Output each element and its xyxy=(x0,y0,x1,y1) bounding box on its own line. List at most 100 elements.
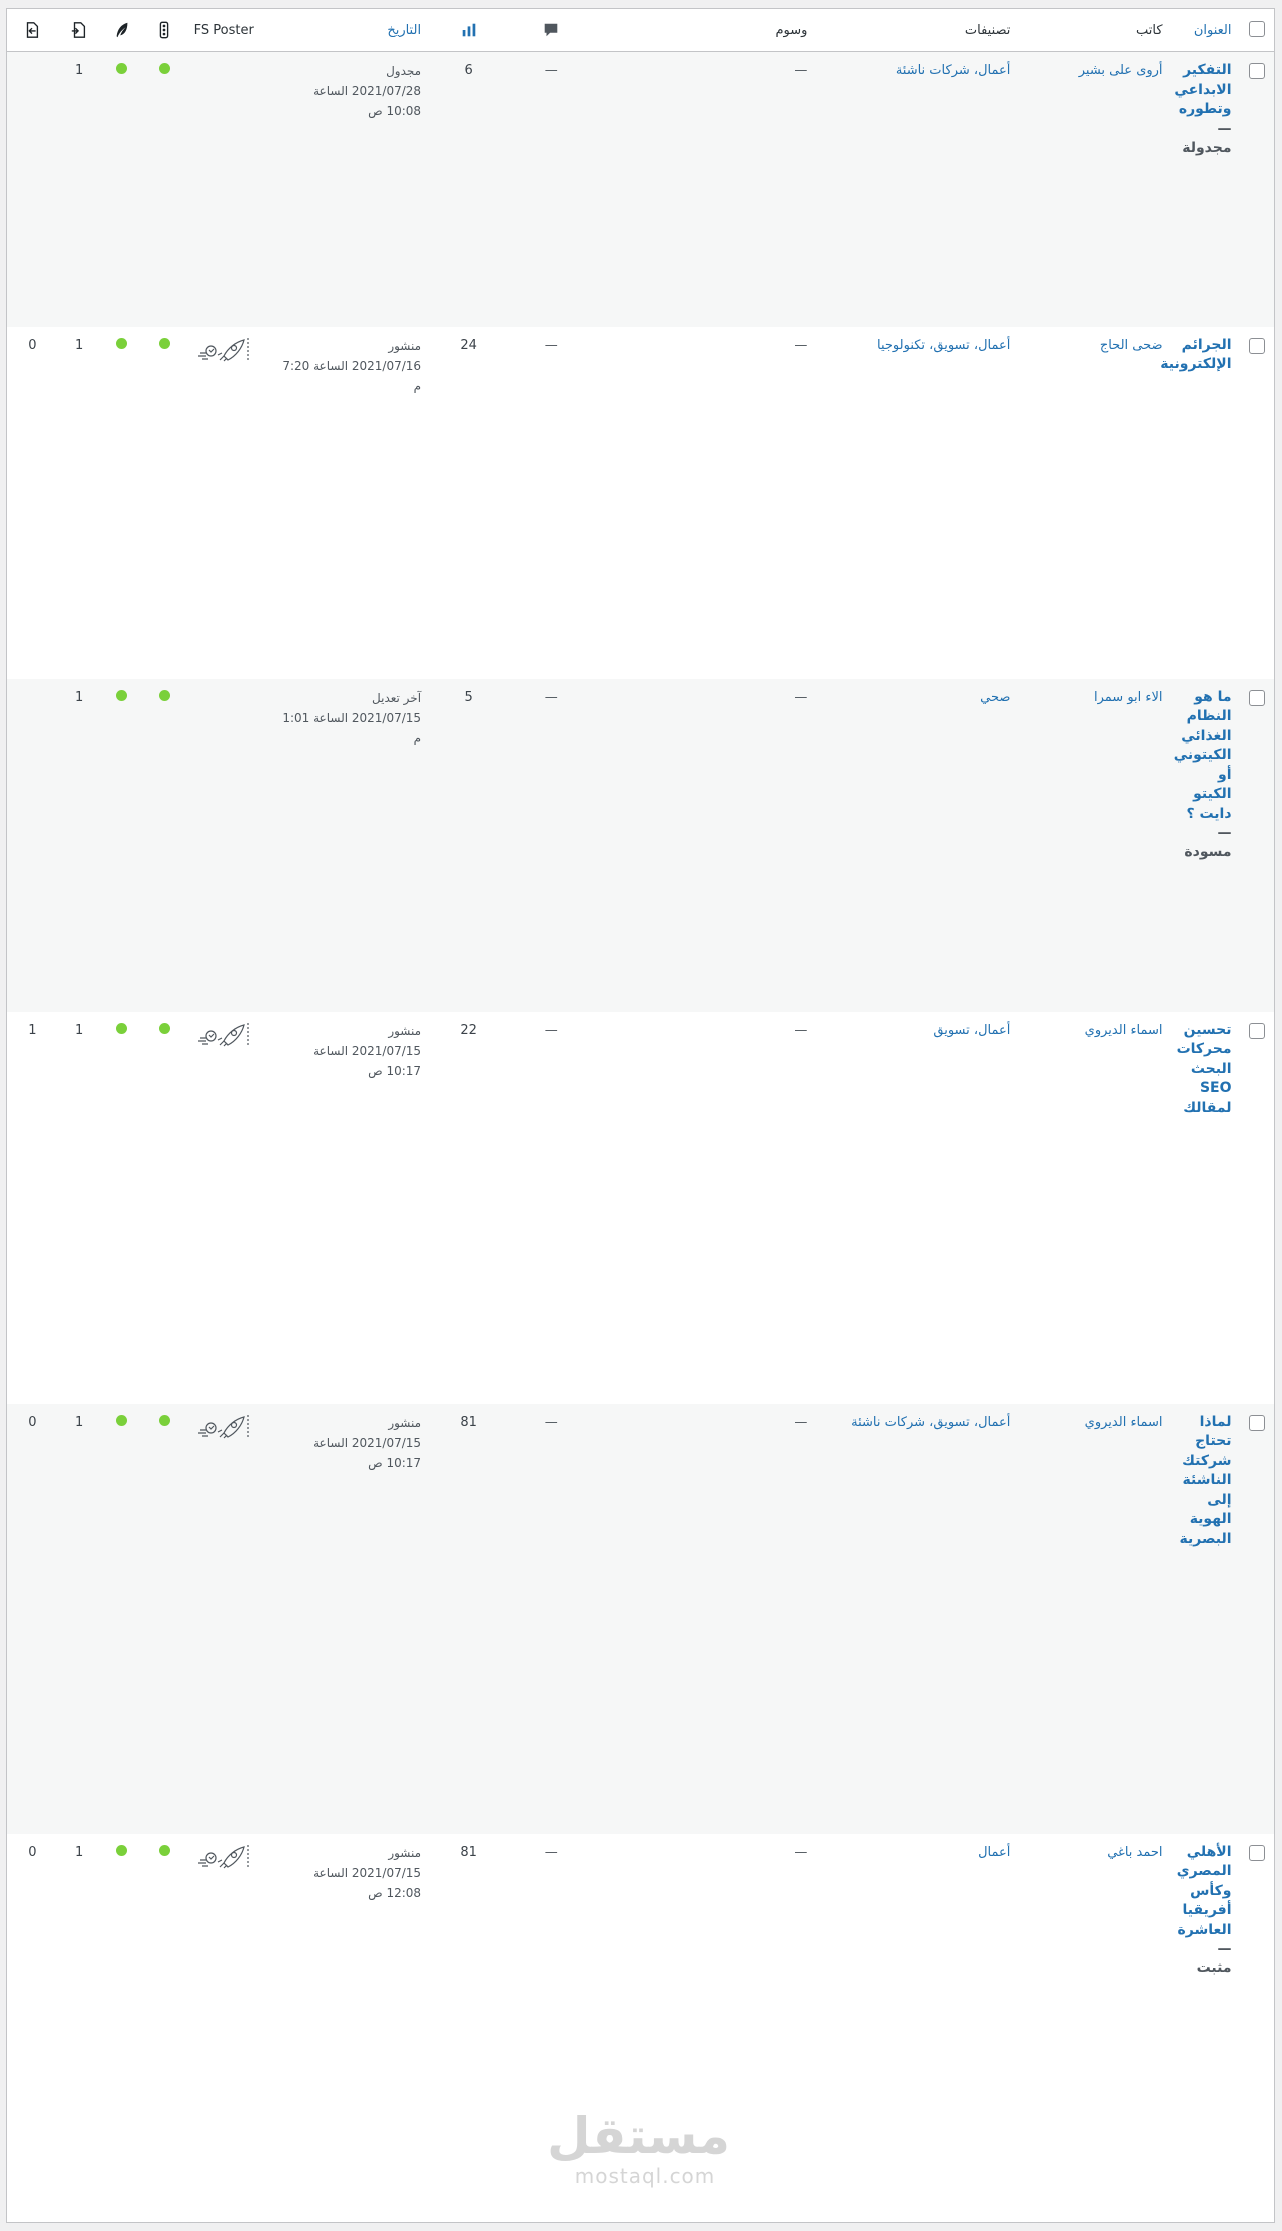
views-count: 6 xyxy=(464,63,473,78)
categories-cell: أعمال، تسويق، شركات ناشئة xyxy=(807,1403,1019,1834)
post-state: — مجدولة xyxy=(1182,120,1232,156)
row-select-cell xyxy=(1239,1403,1274,1834)
publish-date: 2021/07/15 الساعة 12:08 ص xyxy=(313,1865,422,1900)
readability-score-dot xyxy=(116,689,128,701)
views-count: 5 xyxy=(464,689,473,705)
incoming-links-cell: 0 xyxy=(7,327,58,679)
category-links[interactable]: أعمال، تسويق xyxy=(933,1023,1010,1038)
fs-poster-cell xyxy=(185,678,272,1012)
comments-value: — xyxy=(544,1022,558,1038)
column-views[interactable] xyxy=(429,9,509,52)
incoming-links-count: 0 xyxy=(28,1414,37,1430)
publish-date: 2021/07/15 الساعة 10:17 ص xyxy=(313,1043,422,1078)
readability-score-cell xyxy=(100,1012,143,1404)
column-date[interactable]: التاريخ xyxy=(271,9,430,52)
date-cell: منشور 2021/07/15 الساعة 10:17 ص xyxy=(272,1012,429,1404)
table-row: الجرائم الإلكترونية ضحى الحاج أعمال، تسويق… xyxy=(7,327,1274,679)
publish-status: منشور xyxy=(388,1023,422,1038)
table-row: لماذا تحتاج شركتك الناشئة إلى الهوية الب… xyxy=(7,1403,1274,1834)
author-link[interactable]: الاء ابو سمرا xyxy=(1094,690,1163,705)
tags-value: — xyxy=(794,337,808,353)
column-fs-poster: FS Poster xyxy=(185,9,272,52)
tags-cell: — xyxy=(594,1012,807,1404)
fs-poster-cell xyxy=(186,1834,272,2223)
row-checkbox[interactable] xyxy=(1248,1022,1265,1039)
watermark: مستقل mostaql.com xyxy=(547,2107,730,2188)
post-title-cell: ما هو النظام الغذائي الكيتوني أو الكيتو … xyxy=(1170,678,1240,1012)
fs-poster-rocket-icon[interactable] xyxy=(194,336,250,362)
row-checkbox[interactable] xyxy=(1248,63,1265,79)
readability-score-dot xyxy=(116,1414,128,1426)
category-links[interactable]: صحي xyxy=(980,690,1010,705)
post-title-link[interactable]: التفكير الابداعي وتطوره xyxy=(1174,62,1231,117)
column-incoming-links xyxy=(7,9,58,52)
row-select-cell xyxy=(1240,1834,1274,2223)
author-link[interactable]: أروى على بشير xyxy=(1079,63,1163,78)
author-link[interactable]: ضحى الحاج xyxy=(1100,338,1163,353)
incoming-links-cell xyxy=(7,51,58,327)
tags-value: — xyxy=(794,1022,808,1038)
row-checkbox[interactable] xyxy=(1248,689,1265,706)
watermark-arabic: مستقل xyxy=(547,2107,730,2165)
author-cell: اسماء الديروي xyxy=(1018,1012,1170,1404)
seo-score-dot xyxy=(158,1022,170,1034)
author-link[interactable]: اسماء الديروي xyxy=(1085,1415,1163,1430)
tags-value: — xyxy=(794,1414,808,1430)
views-count: 81 xyxy=(460,1414,477,1430)
column-comments[interactable] xyxy=(508,9,595,52)
comments-value: — xyxy=(544,337,558,353)
column-tags: وسوم xyxy=(594,9,808,52)
post-title-link[interactable]: ما هو النظام الغذائي الكيتوني أو الكيتو … xyxy=(1174,689,1232,822)
fs-poster-rocket-icon[interactable] xyxy=(194,1413,250,1439)
views-cell: 6 xyxy=(429,51,509,327)
author-cell: ضحى الحاج xyxy=(1018,327,1170,679)
readability-score-dot xyxy=(116,337,128,349)
category-links[interactable]: أعمال xyxy=(978,1845,1010,1860)
column-seo-status xyxy=(143,9,186,52)
row-checkbox[interactable] xyxy=(1248,1844,1265,1861)
post-title-link[interactable]: تحسين محركات البحث SEO لمقالك xyxy=(1177,1022,1232,1116)
column-title[interactable]: العنوان xyxy=(1170,9,1240,52)
internal-links-cell: 1 xyxy=(57,51,101,327)
incoming-links-cell xyxy=(7,678,58,1012)
incoming-links-count: 1 xyxy=(28,1022,37,1038)
views-cell: 24 xyxy=(429,327,508,679)
publish-date: 2021/07/15 الساعة 1:01 م xyxy=(282,710,422,745)
views-count: 24 xyxy=(460,337,477,353)
views-cell: 81 xyxy=(429,1834,508,2223)
author-cell: أروى على بشير xyxy=(1018,51,1171,327)
category-links[interactable]: أعمال، تسويق، تكنولوجيا xyxy=(877,338,1010,353)
tags-cell: — xyxy=(594,678,808,1012)
seo-score-cell xyxy=(143,1012,186,1404)
post-title-link[interactable]: الأهلي المصري وكأس أفريقيا العاشرة xyxy=(1177,1844,1232,1938)
sort-title-link[interactable]: العنوان xyxy=(1194,23,1232,38)
publish-date: 2021/07/16 الساعة 7:20 م xyxy=(282,358,422,393)
internal-links-cell: 1 xyxy=(58,327,101,679)
author-cell: اسماء الديروي xyxy=(1018,1403,1171,1834)
seo-score-cell xyxy=(143,1403,186,1834)
watermark-latin: mostaql.com xyxy=(574,2164,716,2188)
fs-poster-rocket-icon[interactable] xyxy=(194,1021,250,1047)
posts-table: العنوان كاتب تصنيفات وسوم التاريخ FS Pos… xyxy=(7,9,1274,2223)
author-link[interactable]: اسماء الديروي xyxy=(1085,1023,1163,1038)
publish-date: 2021/07/15 الساعة 10:17 ص xyxy=(313,1435,422,1470)
author-cell: الاء ابو سمرا xyxy=(1018,678,1171,1012)
post-title-link[interactable]: الجرائم الإلكترونية xyxy=(1160,337,1231,373)
sort-date-link[interactable]: التاريخ xyxy=(387,23,421,38)
post-title-link[interactable]: لماذا تحتاج شركتك الناشئة إلى الهوية الب… xyxy=(1179,1414,1231,1547)
views-cell: 22 xyxy=(429,1012,508,1404)
author-link[interactable]: احمد باغي xyxy=(1107,1845,1162,1860)
category-links[interactable]: أعمال، تسويق، شركات ناشئة xyxy=(851,1415,1010,1430)
fs-poster-rocket-icon[interactable] xyxy=(194,1843,250,1869)
category-links[interactable]: أعمال، شركات ناشئة xyxy=(896,63,1011,78)
publish-status: منشور xyxy=(388,1415,422,1430)
row-checkbox[interactable] xyxy=(1248,1414,1265,1431)
incoming-links-cell: 0 xyxy=(7,1403,58,1834)
internal-links-count: 1 xyxy=(75,1844,84,1860)
publish-status: مجدول xyxy=(386,64,422,78)
select-all-checkbox[interactable] xyxy=(1248,21,1265,37)
post-title-cell: الأهلي المصري وكأس أفريقيا العاشرة — مثب… xyxy=(1171,1834,1240,2223)
row-checkbox[interactable] xyxy=(1248,337,1265,354)
tags-value: — xyxy=(794,63,808,78)
row-select-cell xyxy=(1240,327,1274,679)
